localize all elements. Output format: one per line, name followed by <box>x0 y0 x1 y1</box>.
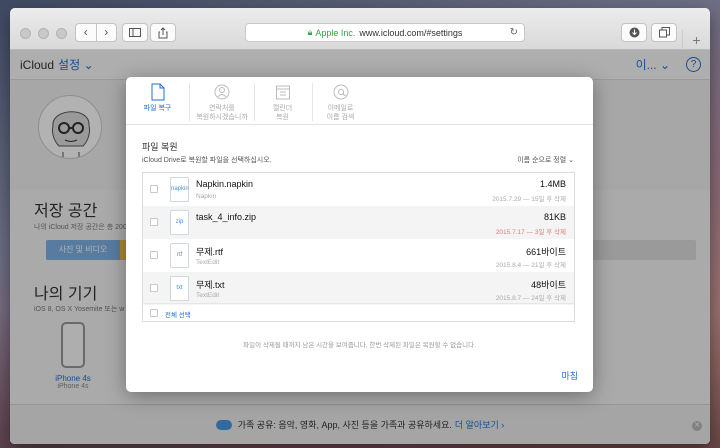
file-size: 81KB <box>543 212 566 222</box>
at-sign-icon <box>333 84 348 100</box>
file-date: 2015.8.4 — 21일 후 삭제 <box>495 262 566 269</box>
dialog-tabs: 파일 복구 연락처를 복원하시겠습니까 캘린더 복원 이메일로 이름 검색 <box>126 77 593 125</box>
dialog-title: 파일 복원 <box>142 142 178 152</box>
window-controls <box>20 28 67 39</box>
address-bar[interactable]: 🔒︎ Apple Inc. www.icloud.com/#settings ↻ <box>245 23 525 42</box>
file-name: Napkin.napkin <box>196 179 254 189</box>
file-size: 1.4MB <box>539 179 566 189</box>
file-checkbox[interactable] <box>150 284 158 292</box>
select-all-row: 전체 선택 <box>142 303 575 322</box>
select-all-link[interactable]: 전체 선택 <box>165 309 191 319</box>
napkin-file-icon: napkin <box>170 177 189 202</box>
file-name: 무제.rtf <box>196 247 224 257</box>
file-row[interactable]: txt 무제.txt TextEdit 48바이트 2015.8.7 — 24일… <box>143 272 574 305</box>
share-button[interactable] <box>150 23 176 42</box>
sort-dropdown[interactable]: 이름 순으로 정렬 ⌄ <box>517 155 574 165</box>
file-list: napkin Napkin.napkin Napkin 1.4MB 2015.7… <box>142 172 575 305</box>
calendar-icon <box>275 85 290 100</box>
tab-label: 캘린더 <box>272 105 293 112</box>
file-row[interactable]: napkin Napkin.napkin Napkin 1.4MB 2015.7… <box>143 173 574 206</box>
tab-label: 복원 <box>276 114 289 121</box>
back-button[interactable]: ‹ <box>76 24 96 41</box>
close-window-button[interactable] <box>20 28 31 39</box>
restore-files-dialog: 파일 복구 연락처를 복원하시겠습니까 캘린더 복원 이메일로 이름 검색 파일… <box>126 77 593 392</box>
file-checkbox[interactable] <box>150 251 158 259</box>
file-date: 2015.8.7 — 24일 후 삭제 <box>495 295 566 302</box>
sidebar-toggle-button[interactable] <box>122 23 148 42</box>
tab-label: 이름 검색 <box>326 114 355 121</box>
reload-icon[interactable]: ↻ <box>510 27 518 38</box>
dialog-description: iCloud Drive로 복원할 파일을 선택하십시오. <box>142 157 272 164</box>
zip-file-icon: zip <box>170 210 189 235</box>
file-row[interactable]: zip task_4_info.zip 81KB 2015.7.17 — 3일 … <box>143 206 574 239</box>
tab-restore-contacts[interactable]: 연락처를 복원하시겠습니까 <box>190 83 254 122</box>
tab-restore-calendar[interactable]: 캘린더 복원 <box>255 83 310 122</box>
lock-icon: 🔒︎ <box>307 27 313 37</box>
show-tabs-button[interactable] <box>651 23 677 42</box>
forward-button[interactable]: › <box>95 24 117 41</box>
zoom-window-button[interactable] <box>56 28 67 39</box>
tab-label: 이메일로 <box>327 105 354 112</box>
dialog-note: 파일이 삭제될 때까지 남은 시간을 보여줍니다. 한번 삭제된 파일은 복원할… <box>243 342 476 349</box>
rtf-file-icon: rtf <box>170 243 189 268</box>
sidebar-icon <box>129 28 141 37</box>
address-url: www.icloud.com/#settings <box>359 27 463 38</box>
file-checkbox[interactable] <box>150 185 158 193</box>
file-name: 무제.txt <box>196 280 225 290</box>
file-checkbox[interactable] <box>150 218 158 226</box>
done-button[interactable]: 마침 <box>561 369 578 382</box>
history-nav: ‹ › <box>75 23 117 42</box>
file-date: 2015.7.17 — 3일 후 삭제 <box>495 229 566 236</box>
document-icon <box>151 83 164 101</box>
tabs-icon <box>658 27 670 38</box>
tab-label: 복원하시겠습니까 <box>196 114 248 121</box>
address-company: Apple Inc. <box>315 27 356 38</box>
share-icon <box>158 26 168 38</box>
tab-restore-files[interactable]: 파일 복구 <box>130 83 185 113</box>
downloads-button[interactable] <box>621 23 647 42</box>
file-app: TextEdit <box>196 259 220 266</box>
file-size: 48바이트 <box>531 280 566 290</box>
new-tab-button[interactable]: + <box>682 30 710 50</box>
file-row[interactable]: rtf 무제.rtf TextEdit 661바이트 2015.8.4 — 21… <box>143 239 574 272</box>
file-app: TextEdit <box>196 292 220 299</box>
tab-label: 파일 복구 <box>143 105 172 112</box>
browser-toolbar: ‹ › 🔒︎ Apple Inc. www.icloud.com/#settin… <box>10 8 710 50</box>
tab-email-search[interactable]: 이메일로 이름 검색 <box>313 83 368 122</box>
tab-label: 연락처를 <box>209 105 235 112</box>
select-all-checkbox[interactable] <box>150 309 158 317</box>
txt-file-icon: txt <box>170 276 189 301</box>
file-size: 661바이트 <box>526 247 566 257</box>
contacts-icon <box>214 84 230 100</box>
download-icon <box>629 27 639 38</box>
file-app: Napkin <box>196 193 217 200</box>
file-name: task_4_info.zip <box>196 212 257 222</box>
file-date: 2015.7.29 — 15일 후 삭제 <box>492 196 566 203</box>
minimize-window-button[interactable] <box>38 28 49 39</box>
